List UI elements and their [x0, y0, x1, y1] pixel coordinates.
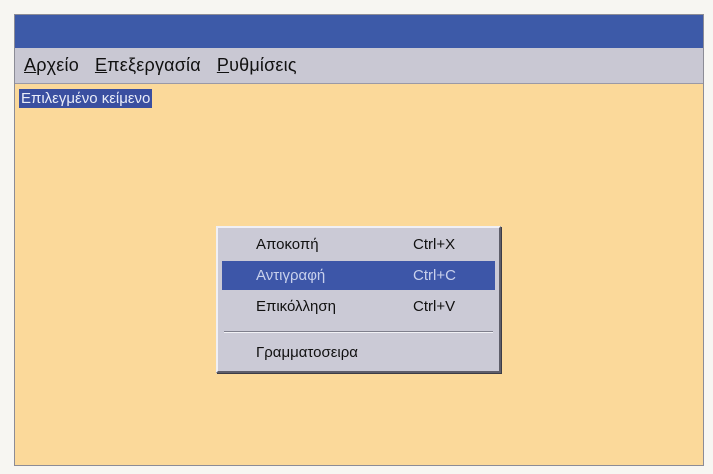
copy-shortcut: Ctrl+C [413, 267, 456, 284]
context-menu-item-copy[interactable]: Αντιγραφή Ctrl+C [222, 261, 495, 290]
menu-file[interactable]: Αρχείο [24, 55, 79, 76]
copy-label: Αντιγραφή [256, 267, 326, 284]
app-window: Αρχείο Επεξεργασία Ρυθμίσεις Επιλεγμένο … [14, 14, 704, 466]
menu-settings[interactable]: Ρυθμίσεις [217, 55, 297, 76]
context-menu: Αποκοπή Ctrl+X Αντιγραφή Ctrl+C Επικόλλη… [216, 226, 501, 373]
menu-edit[interactable]: Επεξεργασία [95, 55, 201, 76]
title-bar[interactable] [15, 15, 703, 48]
context-menu-item-cut[interactable]: Αποκοπή Ctrl+X [222, 230, 495, 259]
context-menu-item-paste[interactable]: Επικόλληση Ctrl+V [222, 292, 495, 321]
paste-shortcut: Ctrl+V [413, 298, 456, 315]
paste-label: Επικόλληση [256, 298, 337, 315]
menu-separator [224, 331, 493, 333]
font-label: Γραμματοσειρα [256, 344, 358, 361]
text-editor-area[interactable]: Επιλεγμένο κείμενο Αποκοπή Ctrl+X Αντιγρ… [15, 84, 703, 465]
cut-shortcut: Ctrl+X [413, 236, 456, 253]
menu-bar: Αρχείο Επεξεργασία Ρυθμίσεις [15, 48, 703, 84]
cut-label: Αποκοπή [256, 236, 319, 253]
selected-text[interactable]: Επιλεγμένο κείμενο [19, 89, 153, 108]
context-menu-item-font[interactable]: Γραμματοσειρα [222, 338, 495, 367]
